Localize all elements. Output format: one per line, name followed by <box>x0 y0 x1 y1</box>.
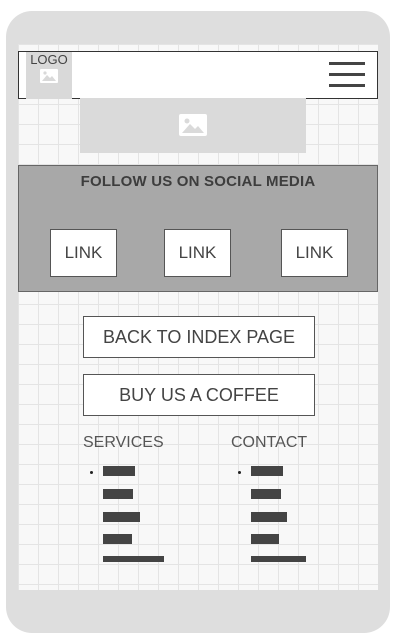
social-link-1[interactable]: LINK <box>50 229 117 277</box>
image-icon <box>179 114 207 136</box>
social-link-3[interactable]: LINK <box>281 229 348 277</box>
logo-label: LOGO <box>30 52 68 67</box>
social-media-section: FOLLOW US ON SOCIAL MEDIA LINK LINK LINK <box>18 165 378 292</box>
social-link-2[interactable]: LINK <box>164 229 231 277</box>
contact-link-placeholder[interactable] <box>251 556 306 562</box>
contact-link-placeholder[interactable] <box>251 466 283 476</box>
hero-image-placeholder <box>80 98 306 153</box>
contact-link-placeholder[interactable] <box>251 534 279 544</box>
services-link-placeholder[interactable] <box>103 512 140 522</box>
buy-coffee-button[interactable]: BUY US A COFFEE <box>83 374 315 416</box>
back-to-index-button[interactable]: BACK TO INDEX PAGE <box>83 316 315 358</box>
contact-link-placeholder[interactable] <box>251 512 287 522</box>
social-title: FOLLOW US ON SOCIAL MEDIA <box>80 173 316 190</box>
list-bullet <box>90 471 93 474</box>
contact-heading: CONTACT <box>231 434 308 451</box>
contact-link-placeholder[interactable] <box>251 489 281 499</box>
services-link-placeholder[interactable] <box>103 489 133 499</box>
services-heading: SERVICES <box>83 434 164 451</box>
logo[interactable]: LOGO <box>26 52 72 99</box>
list-bullet <box>238 471 241 474</box>
site-header: LOGO <box>18 51 378 99</box>
hamburger-menu-icon[interactable] <box>329 62 365 88</box>
services-link-placeholder[interactable] <box>103 534 132 544</box>
services-link-placeholder[interactable] <box>103 556 164 562</box>
image-icon <box>40 69 58 83</box>
services-link-placeholder[interactable] <box>103 466 135 476</box>
